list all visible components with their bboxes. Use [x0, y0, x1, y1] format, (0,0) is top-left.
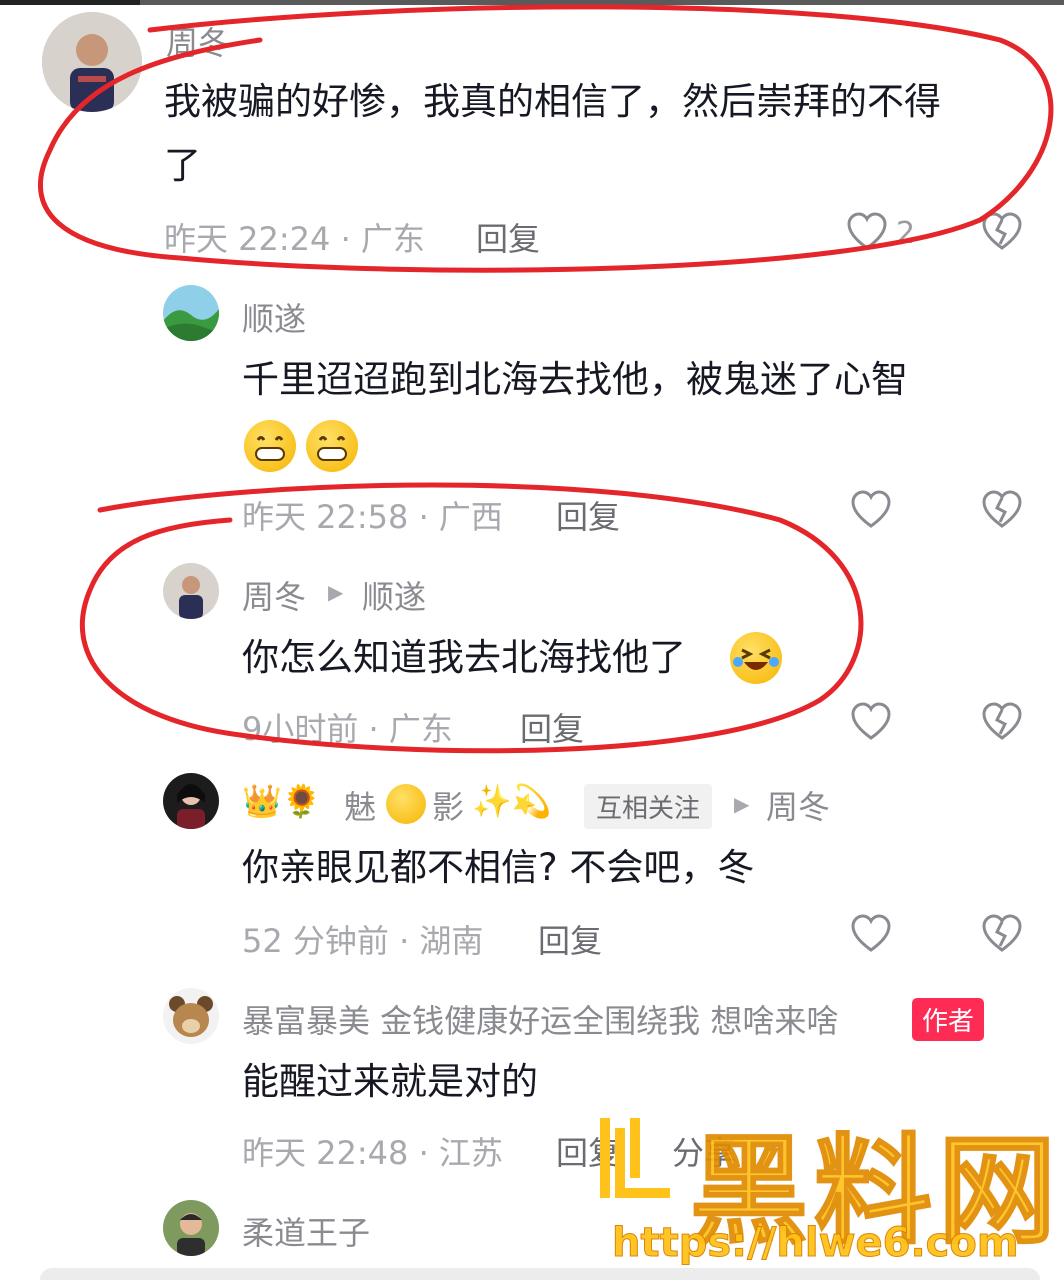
comment-text: 能醒过来就是对的	[242, 1060, 538, 1103]
author-badge: 作者	[912, 998, 985, 1041]
comment-text: 我被骗的好惨，我真的相信了，然后崇拜的不得	[164, 80, 941, 123]
avatar[interactable]	[163, 1200, 219, 1256]
avatar[interactable]	[42, 12, 142, 112]
status-bar-dark-segment	[0, 0, 140, 5]
broken-heart-icon[interactable]	[980, 210, 1024, 254]
reply-button[interactable]: 回复	[520, 704, 584, 750]
username-emoji-suffix: ✨💫	[472, 782, 552, 820]
comment-meta: 9小时前 · 广东	[242, 710, 453, 748]
comment-text: 千里迢迢跑到北海去找他，被鬼迷了心智	[242, 358, 908, 401]
comment-text: 你亲眼见都不相信? 不会吧，冬	[242, 846, 755, 889]
broken-heart-icon[interactable]	[980, 700, 1024, 744]
child-avatar-icon	[163, 563, 219, 619]
woman-avatar-icon	[163, 773, 219, 829]
heart-icon[interactable]	[849, 488, 893, 532]
heart-icon[interactable]	[849, 700, 893, 744]
heart-icon[interactable]	[849, 912, 893, 956]
comment-meta: 52 分钟前 · 湖南	[242, 922, 484, 960]
sun-face-emoji-icon	[386, 784, 426, 824]
watermark-logo-icon	[600, 1118, 670, 1198]
comment-username-continued[interactable]: 影	[432, 782, 464, 828]
comment-username[interactable]: 暴富暴美 金钱健康好运全围绕我 想啥来啥	[242, 996, 838, 1042]
broken-heart-icon[interactable]	[980, 488, 1024, 532]
comment-username[interactable]: 周冬	[166, 18, 230, 64]
reply-arrow-icon: ▶	[734, 792, 750, 816]
comment-username[interactable]: 魅	[344, 782, 376, 828]
reply-to-username[interactable]: 周冬	[766, 782, 830, 828]
avatar[interactable]	[163, 285, 219, 341]
grinning-emoji-icon	[244, 420, 296, 472]
reply-button[interactable]: 回复	[476, 214, 540, 260]
grinning-emoji-icon	[306, 420, 358, 472]
reply-to-username[interactable]: 顺遂	[362, 572, 426, 618]
avatar[interactable]	[163, 988, 219, 1044]
laughing-crying-emoji-icon	[730, 632, 782, 684]
mutual-follow-badge: 互相关注	[584, 784, 713, 829]
heart-icon[interactable]	[845, 210, 889, 254]
comment-username[interactable]: 周冬	[242, 572, 306, 618]
like-count: 2	[896, 216, 916, 251]
reply-button[interactable]: 回复	[556, 492, 620, 538]
comment-meta: 昨天 22:58 · 广西	[242, 498, 503, 536]
reply-button[interactable]: 回复	[538, 916, 602, 962]
status-bar-strip	[0, 0, 1064, 5]
man-avatar-icon	[163, 1200, 219, 1256]
broken-heart-icon[interactable]	[980, 912, 1024, 956]
watermark-url: https://hlwe6.com	[612, 1220, 1020, 1267]
comment-meta: 昨天 22:48 · 江苏	[242, 1134, 503, 1172]
bottom-sheet-edge	[40, 1268, 1040, 1280]
comment-username[interactable]: 柔道王子	[242, 1208, 370, 1254]
reply-arrow-icon: ▶	[328, 580, 344, 604]
username-emoji-prefix: 👑🌻	[242, 782, 322, 820]
comment-text-continued: 了	[164, 144, 201, 187]
child-avatar-icon	[42, 12, 142, 112]
bear-avatar-icon	[163, 988, 219, 1044]
avatar[interactable]	[163, 563, 219, 619]
comment-text: 你怎么知道我去北海找他了	[242, 636, 686, 679]
comment-username[interactable]: 顺遂	[242, 294, 306, 340]
comment-meta: 昨天 22:24 · 广东	[164, 220, 425, 258]
avatar[interactable]	[163, 773, 219, 829]
landscape-avatar-icon	[163, 285, 219, 341]
